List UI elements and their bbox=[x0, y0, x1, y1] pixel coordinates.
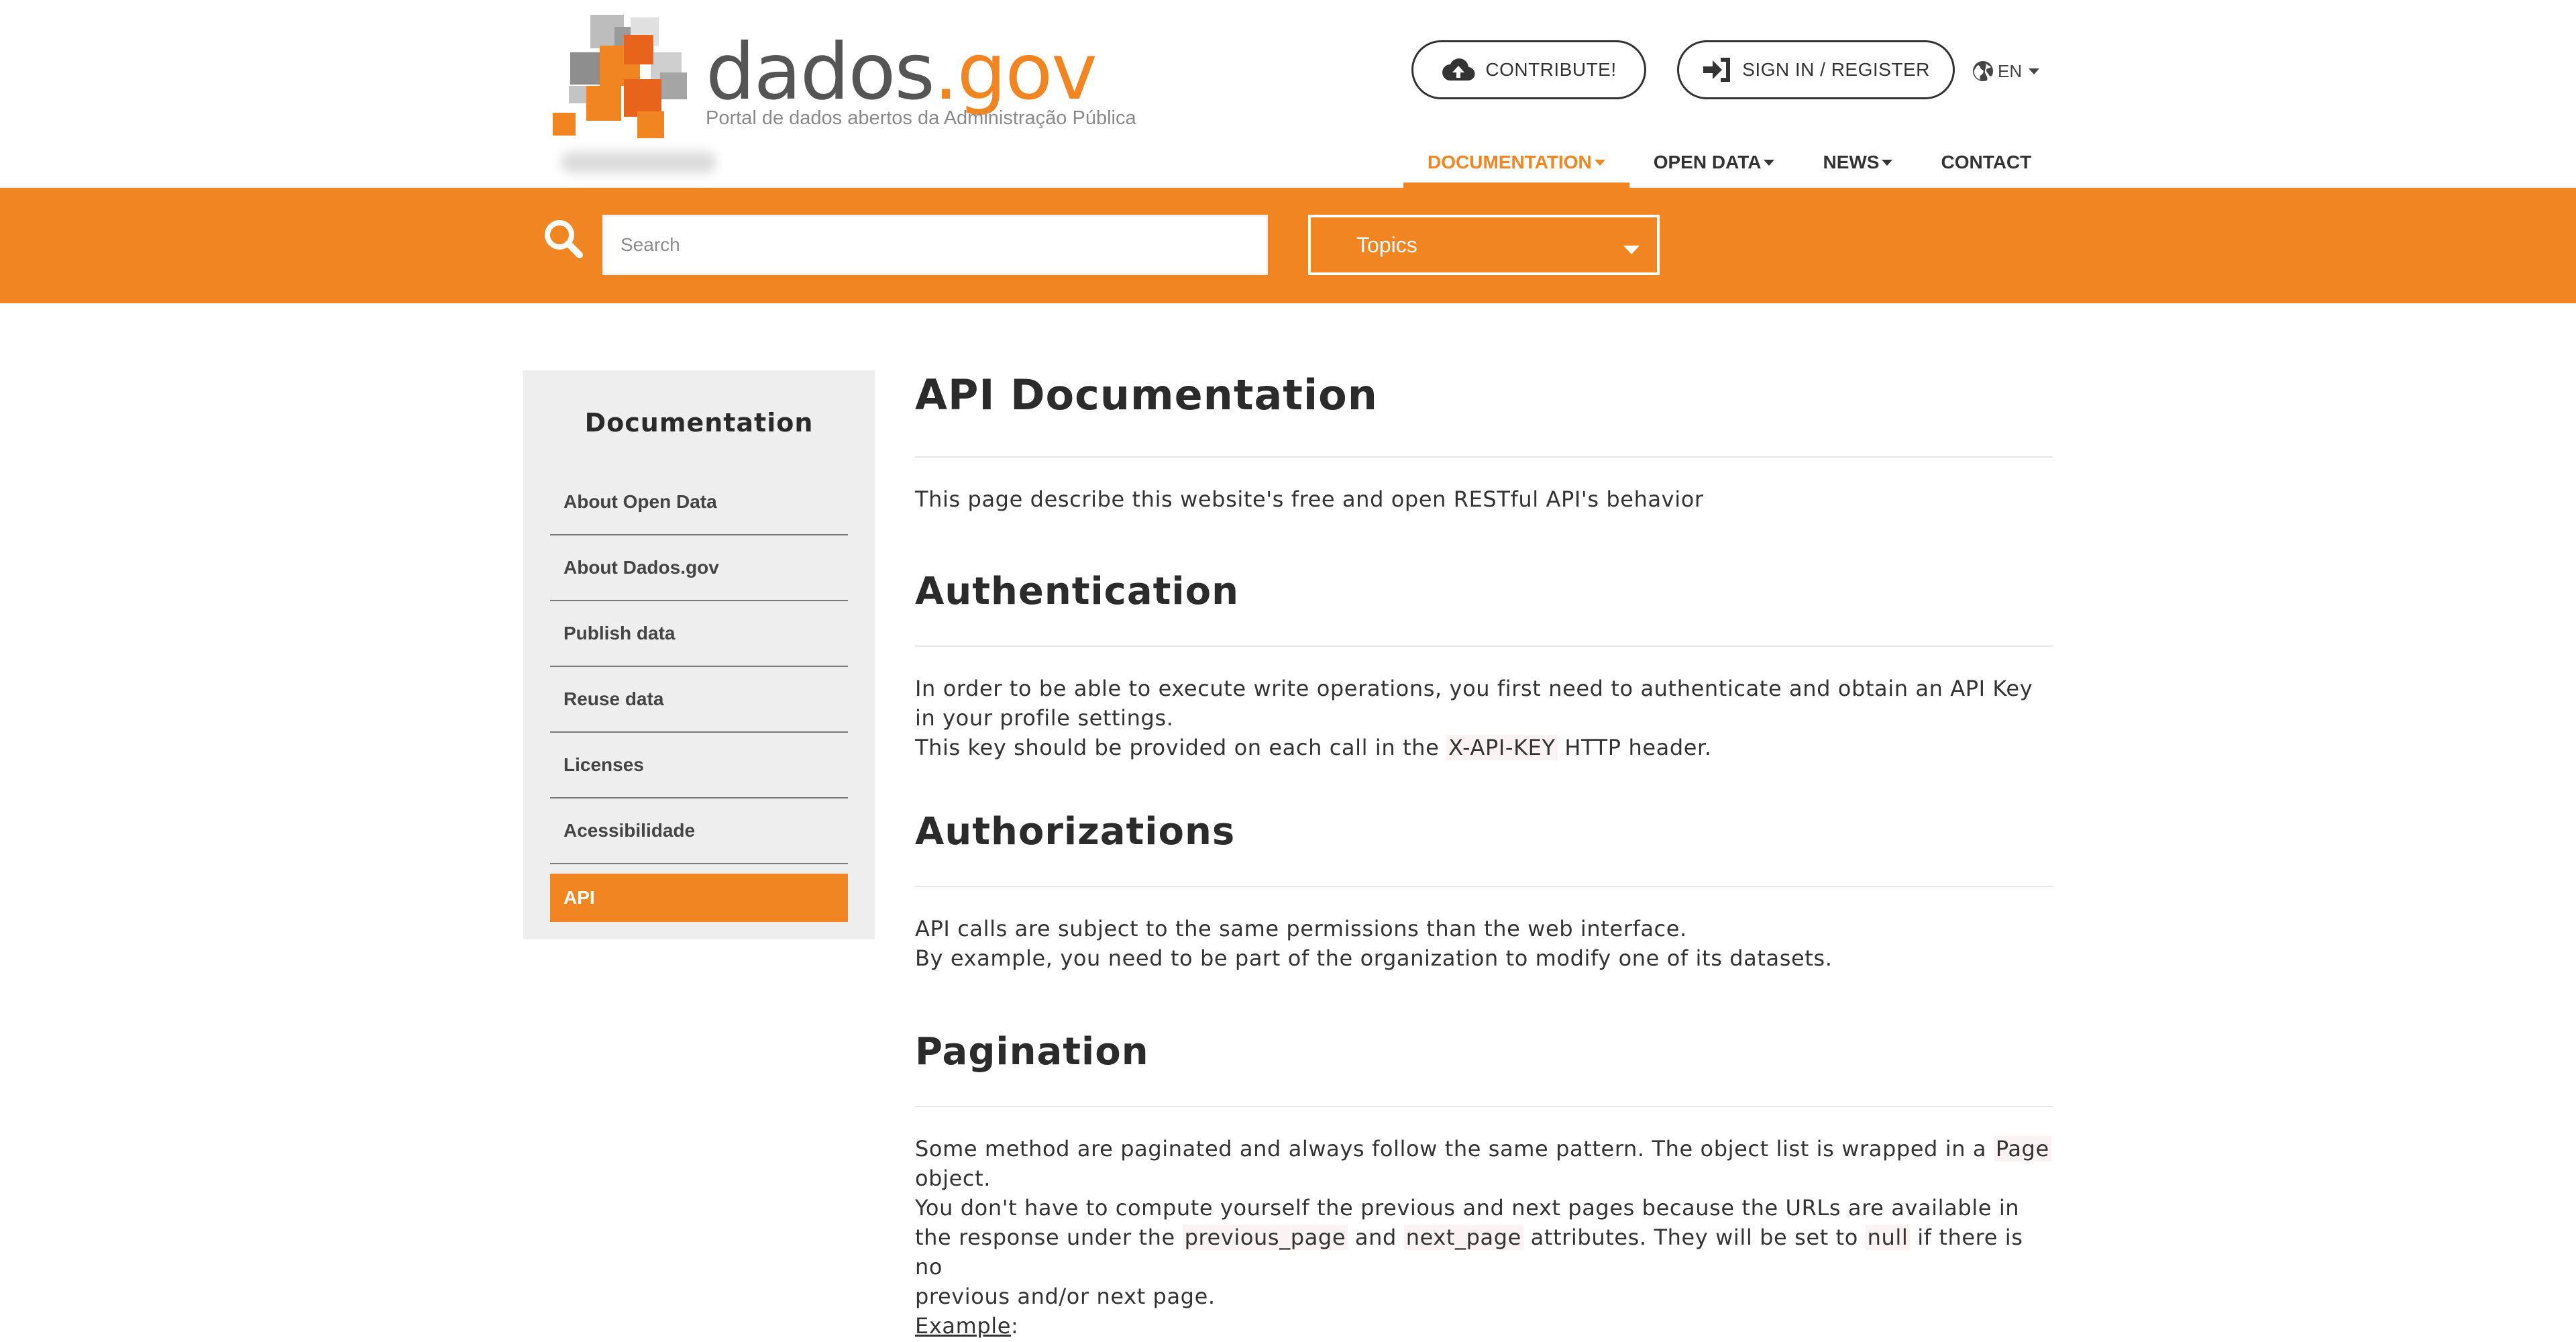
logo-word-main: dados bbox=[706, 27, 935, 117]
logo-wordmark: dados.gov bbox=[706, 34, 1097, 111]
nav-documentation-label: DOCUMENTATION bbox=[1428, 152, 1592, 172]
authorizations-heading: Authorizations bbox=[915, 813, 2053, 887]
contribute-label: CONTRIBUTE! bbox=[1485, 59, 1617, 80]
pagination-line: Some method are paginated and always fol… bbox=[915, 1134, 2053, 1164]
logo-blurred-badge bbox=[561, 152, 716, 173]
sidebar-item-api[interactable]: API bbox=[550, 874, 848, 922]
cloud-upload-icon bbox=[1442, 58, 1475, 81]
site-header: dados.gov Portal de dados abertos da Adm… bbox=[0, 0, 2576, 188]
example-line: Example: bbox=[915, 1311, 2053, 1341]
nav-open-data[interactable]: OPEN DATA bbox=[1629, 137, 1799, 188]
topics-select[interactable]: Topics bbox=[1308, 215, 1660, 275]
authentication-heading: Authentication bbox=[915, 573, 2053, 647]
contribute-button[interactable]: CONTRIBUTE! bbox=[1411, 40, 1646, 99]
pagination-heading: Pagination bbox=[915, 1033, 2053, 1107]
sidebar-item-about-open-data[interactable]: About Open Data bbox=[550, 470, 848, 535]
nav-news-label: NEWS bbox=[1823, 152, 1880, 172]
chevron-down-icon bbox=[1882, 159, 1893, 166]
sidebar-item-acessibilidade[interactable]: Acessibilidade bbox=[550, 798, 848, 864]
search-icon[interactable] bbox=[542, 217, 585, 260]
authorizations-line: By example, you need to be part of the o… bbox=[915, 945, 1833, 971]
language-selector[interactable]: EN bbox=[1972, 60, 2040, 82]
sidebar-menu: About Open Data About Dados.gov Publish … bbox=[550, 470, 848, 922]
authentication-line: in your profile settings. bbox=[915, 705, 1174, 731]
text-fragment: and bbox=[1348, 1225, 1404, 1250]
chevron-down-icon bbox=[1764, 159, 1775, 166]
sidebar-item-publish-data[interactable]: Publish data bbox=[550, 601, 848, 667]
chevron-down-icon bbox=[2029, 68, 2040, 74]
nav-contact[interactable]: CONTACT bbox=[1917, 137, 2055, 188]
pagination-line: object. bbox=[915, 1166, 991, 1191]
code-page: Page bbox=[1993, 1136, 2051, 1162]
pagination-line: previous and/or next page. bbox=[915, 1284, 1216, 1309]
example-link[interactable]: Example bbox=[915, 1313, 1011, 1339]
sidebar-item-about-dados-gov[interactable]: About Dados.gov bbox=[550, 535, 848, 601]
text-fragment: Some method are paginated and always fol… bbox=[915, 1136, 1994, 1162]
sign-in-label: SIGN IN / REGISTER bbox=[1742, 59, 1930, 80]
text-fragment: attributes. They will be set to bbox=[1523, 1225, 1866, 1250]
globe-icon bbox=[1973, 61, 1993, 81]
language-label: EN bbox=[1998, 60, 2023, 81]
text-fragment: This key should be provided on each call… bbox=[915, 735, 1447, 760]
pagination-line: the response under the previous_page and… bbox=[915, 1223, 2053, 1282]
nav-contact-label: CONTACT bbox=[1941, 152, 2032, 172]
text-fragment: HTTP header. bbox=[1557, 735, 1712, 760]
page-title: API Documentation bbox=[915, 370, 2053, 458]
search-input[interactable] bbox=[602, 215, 1268, 275]
sign-in-icon bbox=[1703, 58, 1731, 82]
documentation-sidebar: Documentation About Open Data About Dado… bbox=[523, 370, 875, 939]
main-navigation: DOCUMENTATION OPEN DATA NEWS CONTACT bbox=[1403, 137, 2055, 188]
logo-word-accent: .gov bbox=[933, 27, 1097, 117]
text-fragment: the response under the bbox=[915, 1225, 1183, 1250]
authentication-paragraph: In order to be able to execute write ope… bbox=[915, 674, 2053, 762]
site-logo[interactable]: dados.gov Portal de dados abertos da Adm… bbox=[550, 12, 1154, 180]
main-content: API Documentation This page describe thi… bbox=[915, 370, 2053, 1341]
sign-in-button[interactable]: SIGN IN / REGISTER bbox=[1677, 40, 1955, 99]
authentication-line: In order to be able to execute write ope… bbox=[915, 676, 2033, 701]
search-bar: Topics bbox=[0, 188, 2576, 303]
code-next-page: next_page bbox=[1403, 1225, 1523, 1250]
code-x-api-key: X-API-KEY bbox=[1446, 735, 1558, 760]
pagination-line: You don't have to compute yourself the p… bbox=[915, 1195, 2020, 1221]
nav-documentation[interactable]: DOCUMENTATION bbox=[1403, 137, 1629, 188]
code-null: null bbox=[1865, 1225, 1911, 1250]
authorizations-paragraph: API calls are subject to the same permis… bbox=[915, 914, 2053, 973]
text-fragment: : bbox=[1011, 1313, 1019, 1339]
nav-open-data-label: OPEN DATA bbox=[1653, 152, 1762, 172]
nav-news[interactable]: NEWS bbox=[1799, 137, 1917, 188]
logo-tagline: Portal de dados abertos da Administração… bbox=[706, 107, 1136, 129]
chevron-down-icon bbox=[1623, 246, 1640, 254]
code-previous-page: previous_page bbox=[1182, 1225, 1348, 1250]
logo-cubes-icon bbox=[553, 15, 687, 138]
chevron-down-icon bbox=[1594, 159, 1605, 166]
sidebar-item-reuse-data[interactable]: Reuse data bbox=[550, 667, 848, 733]
authorizations-line: API calls are subject to the same permis… bbox=[915, 916, 1687, 941]
authentication-line: This key should be provided on each call… bbox=[915, 733, 2053, 762]
pagination-paragraph: Some method are paginated and always fol… bbox=[915, 1134, 2053, 1341]
intro-paragraph: This page describe this website's free a… bbox=[915, 486, 1704, 512]
topics-label: Topics bbox=[1356, 232, 1417, 257]
sidebar-item-licenses[interactable]: Licenses bbox=[550, 733, 848, 798]
sidebar-title: Documentation bbox=[584, 408, 814, 437]
